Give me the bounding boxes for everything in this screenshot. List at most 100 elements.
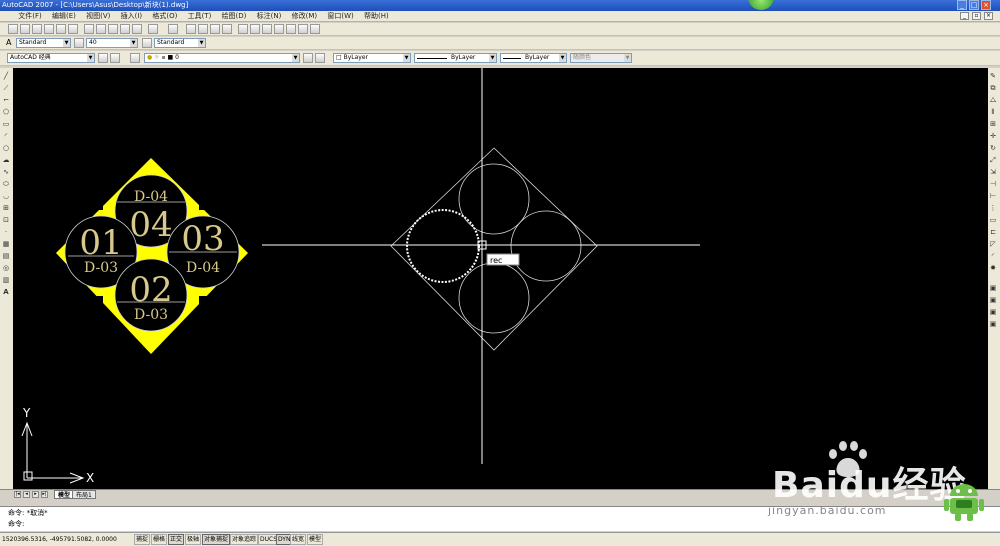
point-icon[interactable]: · [1, 228, 11, 236]
spline-icon[interactable]: ∿ [1, 168, 11, 176]
close-button[interactable]: × [981, 0, 991, 10]
publish-icon[interactable] [68, 24, 78, 34]
tab-layout1[interactable]: 布局1 [72, 490, 96, 499]
draworder-back-icon[interactable]: ▣ [988, 296, 998, 304]
dim-style-select[interactable]: Standard ▼ [154, 38, 206, 48]
make-block-icon[interactable]: ⊡ [1, 216, 11, 224]
scale-icon[interactable]: ⤢ [988, 156, 998, 164]
stretch-icon[interactable]: ⇲ [988, 168, 998, 176]
menu-dimension[interactable]: 标注(N) [253, 11, 286, 22]
menu-view[interactable]: 视图(V) [82, 11, 114, 22]
tab-model[interactable]: 模型 [54, 490, 75, 499]
doc-minimize-button[interactable]: _ [960, 12, 969, 20]
model-space-toggle[interactable]: 模型 [307, 534, 324, 545]
minimize-button[interactable]: _ [957, 0, 967, 10]
menu-window[interactable]: 窗口(W) [323, 11, 357, 22]
tool-palettes-icon[interactable] [262, 24, 272, 34]
draft-geometry[interactable] [390, 147, 598, 351]
workspace-settings-icon[interactable] [98, 53, 108, 63]
rotate-icon[interactable]: ↻ [988, 144, 998, 152]
block-editor-icon[interactable] [132, 24, 142, 34]
color-select[interactable]: □ ByLayer ▼ [333, 53, 411, 63]
polygon-icon[interactable]: ⬠ [1, 108, 11, 116]
new-icon[interactable] [8, 24, 18, 34]
save-icon[interactable] [32, 24, 42, 34]
doc-close-button[interactable]: × [984, 12, 993, 20]
extend-icon[interactable]: ⊢ [988, 192, 998, 200]
menu-tools[interactable]: 工具(T) [184, 11, 216, 22]
menu-format[interactable]: 格式(O) [148, 11, 181, 22]
break-point-icon[interactable]: ⋮ [988, 204, 998, 212]
open-icon[interactable] [20, 24, 30, 34]
maximize-button[interactable]: □ [969, 0, 979, 10]
first-tab-button[interactable]: |◂ [14, 491, 21, 498]
menu-draw[interactable]: 绘图(D) [218, 11, 251, 22]
draworder-front-icon[interactable]: ▣ [988, 284, 998, 292]
cut-icon[interactable] [84, 24, 94, 34]
lineweight-toggle[interactable]: 线宽 [290, 534, 307, 545]
prev-tab-button[interactable]: ◂ [23, 491, 30, 498]
plot-style-select[interactable]: 随颜色 ▼ [570, 53, 632, 63]
doc-restore-button[interactable]: ▫ [972, 12, 981, 20]
revcloud-icon[interactable]: ☁ [1, 156, 11, 164]
mirror-icon[interactable]: ⧍ [988, 96, 998, 104]
zoom-realtime-icon[interactable] [198, 24, 208, 34]
menu-insert[interactable]: 插入(I) [117, 11, 147, 22]
workspace-select[interactable]: AutoCAD 经典 ▼ [7, 53, 95, 63]
last-tab-button[interactable]: ▸| [41, 491, 48, 498]
pan-icon[interactable] [186, 24, 196, 34]
array-icon[interactable]: ⊞ [988, 120, 998, 128]
dim-scale-select[interactable]: 40 ▼ [86, 38, 138, 48]
erase-icon[interactable]: ✎ [988, 72, 998, 80]
construction-line-icon[interactable]: ⟋ [1, 84, 11, 92]
region-icon[interactable]: ◎ [1, 264, 11, 272]
plot-icon[interactable] [44, 24, 54, 34]
command-prompt[interactable]: 命令: [8, 519, 24, 529]
zoom-window-icon[interactable] [210, 24, 220, 34]
arc-icon[interactable]: ◜ [1, 132, 11, 140]
polyline-icon[interactable]: ⌐ [1, 96, 11, 104]
linetype-select[interactable]: ByLayer ▼ [414, 53, 497, 63]
tag-block[interactable]: D-04 04 01 D-03 03 D-04 02 D-03 [56, 158, 248, 354]
ellipse-icon[interactable]: ⬭ [1, 180, 11, 188]
gradient-icon[interactable]: ▤ [1, 252, 11, 260]
drawing-canvas[interactable]: D-04 04 01 D-03 03 D-04 02 D-03 rec Y X [13, 68, 988, 489]
zoom-previous-icon[interactable] [222, 24, 232, 34]
move-icon[interactable]: ✛ [988, 132, 998, 140]
menu-help[interactable]: 帮助(H) [360, 11, 393, 22]
otrack-toggle[interactable]: 对象追踪 [230, 534, 259, 545]
dynamic-input-tooltip[interactable]: rec [486, 253, 520, 266]
rectangle-icon[interactable]: ▭ [1, 120, 11, 128]
menu-file[interactable]: 文件(F) [14, 11, 46, 22]
text-style-select[interactable]: Standard ▼ [16, 38, 71, 48]
workspace-save-icon[interactable] [110, 53, 120, 63]
table-icon[interactable]: ▥ [1, 276, 11, 284]
layer-select[interactable]: ● ☼ ▪ ■ 0 ▼ [144, 53, 300, 63]
insert-block-icon[interactable]: ⊞ [1, 204, 11, 212]
trim-icon[interactable]: ⊣ [988, 180, 998, 188]
hatch-icon[interactable]: ▦ [1, 240, 11, 248]
multiline-text-icon[interactable]: A [1, 288, 11, 296]
ortho-toggle[interactable]: 正交 [168, 534, 185, 545]
lineweight-select[interactable]: ByLayer ▼ [500, 53, 567, 63]
draworder-below-icon[interactable]: ▣ [988, 320, 998, 328]
draworder-above-icon[interactable]: ▣ [988, 308, 998, 316]
osnap-toggle[interactable]: 对象捕捉 [202, 534, 231, 545]
menu-edit[interactable]: 编辑(E) [48, 11, 80, 22]
join-icon[interactable]: ⊏ [988, 228, 998, 236]
copy-object-icon[interactable]: ⧉ [988, 84, 998, 92]
undo-icon[interactable] [148, 24, 158, 34]
offset-icon[interactable]: ⫴ [988, 108, 998, 116]
layer-previous-icon[interactable] [315, 53, 325, 63]
line-icon[interactable]: ╱ [1, 72, 11, 80]
break-icon[interactable]: ▭ [988, 216, 998, 224]
explode-icon[interactable]: ✸ [988, 264, 998, 272]
ellipse-arc-icon[interactable]: ◡ [1, 192, 11, 200]
redo-icon[interactable] [168, 24, 178, 34]
polar-toggle[interactable]: 极轴 [185, 534, 202, 545]
copy-icon[interactable] [96, 24, 106, 34]
make-current-layer-icon[interactable] [303, 53, 313, 63]
next-tab-button[interactable]: ▸ [32, 491, 39, 498]
quickcalc-icon[interactable] [298, 24, 308, 34]
grid-toggle[interactable]: 栅格 [151, 534, 168, 545]
